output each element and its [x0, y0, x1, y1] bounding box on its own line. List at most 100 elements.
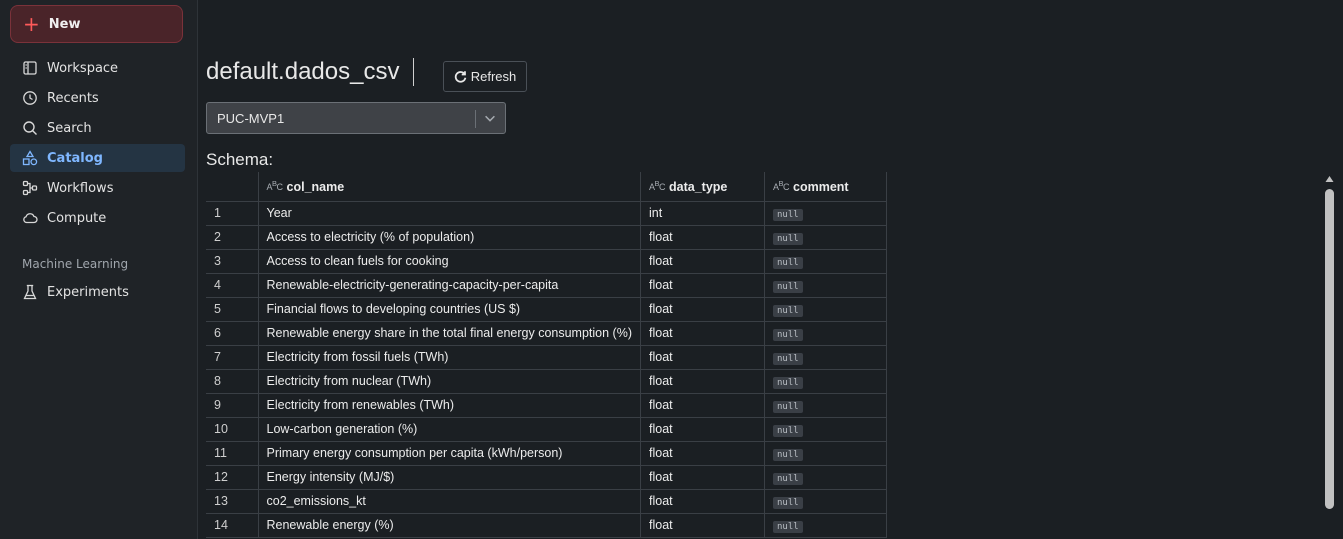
cell-comment: null: [764, 392, 887, 418]
refresh-label: Refresh: [470, 69, 517, 84]
table-row[interactable]: 3 Access to clean fuels for cooking float n…: [206, 248, 887, 274]
cell-col-name: Electricity from nuclear (TWh): [257, 368, 641, 394]
cell-comment: null: [764, 464, 887, 490]
table-row[interactable]: 4 Renewable-electricity-generating-capaci…: [206, 272, 887, 298]
schema-label: Schema:: [206, 150, 274, 169]
table-row[interactable]: 7 Electricity from fossil fuels (TWh) floa…: [206, 344, 887, 370]
workflows-icon: [22, 180, 38, 196]
cell-data-type: float: [640, 464, 765, 490]
column-header-label: col_name: [286, 179, 345, 194]
cell-comment: null: [764, 368, 887, 394]
refresh-button[interactable]: Refresh: [443, 61, 527, 92]
cell-data-type: float: [640, 488, 765, 514]
table-row[interactable]: 12 Energy intensity (MJ/$) float null: [206, 464, 887, 490]
cell-col-name: Electricity from renewables (TWh): [257, 392, 641, 418]
row-index: 12: [206, 464, 259, 490]
sidebar-item-recents[interactable]: Recents: [10, 84, 185, 112]
column-header-data-type[interactable]: ABC data_type: [640, 172, 765, 202]
cell-col-name: Renewable energy (%): [257, 512, 641, 538]
sidebar-item-label: Workspace: [47, 60, 119, 76]
workspace-icon: [23, 61, 37, 75]
cell-col-name: Energy intensity (MJ/$): [257, 464, 641, 490]
select-divider: [475, 110, 476, 128]
row-index: 6: [206, 320, 259, 346]
cell-comment: null: [764, 200, 887, 226]
index-header: [206, 172, 259, 202]
cell-comment: null: [764, 224, 887, 250]
table-row[interactable]: 2 Access to electricity (% of population)…: [206, 224, 887, 250]
title-separator: [413, 58, 414, 86]
table-row[interactable]: 11 Primary energy consumption per capita …: [206, 440, 887, 466]
row-index: 9: [206, 392, 259, 418]
clock-icon: [23, 91, 37, 105]
cell-col-name: Primary energy consumption per capita (k…: [257, 440, 641, 466]
cell-comment: null: [764, 248, 887, 274]
row-index: 10: [206, 416, 259, 442]
table-header-row: ABC col_name ABC data_type ABC comment: [206, 172, 887, 202]
null-badge: null: [773, 448, 803, 461]
null-badge: null: [773, 472, 803, 485]
null-badge: null: [773, 496, 803, 509]
cell-col-name: Access to clean fuels for cooking: [257, 248, 641, 274]
cell-col-name: Year: [257, 200, 641, 226]
sidebar-item-search[interactable]: Search: [10, 114, 185, 142]
table-row[interactable]: 9 Electricity from renewables (TWh) float n…: [206, 392, 887, 418]
table-row[interactable]: 14 Renewable energy (%) float null: [206, 512, 887, 538]
table-body: 1 Year int null 2 Access to electricity (% of…: [206, 200, 887, 538]
refresh-icon: [454, 71, 466, 83]
sidebar-item-catalog[interactable]: Catalog: [10, 144, 185, 172]
flask-icon: [23, 284, 37, 300]
sidebar-item-compute[interactable]: Compute: [10, 204, 185, 232]
sidebar-item-label: Recents: [47, 90, 99, 106]
null-badge: null: [773, 424, 803, 437]
row-index: 11: [206, 440, 259, 466]
schema-table: ABC col_name ABC data_type ABC comment 1 Yea…: [206, 172, 887, 538]
table-row[interactable]: 1 Year int null: [206, 200, 887, 226]
new-button[interactable]: + New: [10, 5, 183, 43]
cell-comment: null: [764, 440, 887, 466]
sidebar-item-experiments[interactable]: Experiments: [10, 278, 185, 306]
null-badge: null: [773, 280, 803, 293]
cell-data-type: float: [640, 296, 765, 322]
cell-col-name: Low-carbon generation (%): [257, 416, 641, 442]
cell-col-name: Electricity from fossil fuels (TWh): [257, 344, 641, 370]
string-type-icon: ABC: [649, 178, 666, 192]
row-index: 4: [206, 272, 259, 298]
chevron-down-icon: [485, 115, 495, 122]
column-header-comment[interactable]: ABC comment: [764, 172, 887, 202]
cell-col-name: Renewable-electricity-generating-capacit…: [257, 272, 641, 298]
scroll-up-arrow-icon[interactable]: [1325, 175, 1334, 183]
column-header-label: data_type: [669, 179, 728, 194]
string-type-icon: ABC: [266, 178, 284, 192]
cell-comment: null: [764, 296, 887, 322]
cell-data-type: int: [640, 200, 765, 226]
search-icon: [23, 121, 37, 135]
cell-data-type: float: [640, 416, 765, 442]
table-row[interactable]: 5 Financial flows to developing countries…: [206, 296, 887, 322]
table-row[interactable]: 13 co2_emissions_kt float null: [206, 488, 887, 514]
table-row[interactable]: 8 Electricity from nuclear (TWh) float null: [206, 368, 887, 394]
sidebar-item-label: Experiments: [47, 284, 129, 300]
sidebar-item-label: Workflows: [47, 180, 114, 196]
cell-col-name: co2_emissions_kt: [257, 488, 641, 514]
null-badge: null: [773, 256, 803, 269]
row-index: 8: [206, 368, 259, 394]
scrollbar-thumb[interactable]: [1325, 189, 1334, 509]
cluster-select[interactable]: PUC-MVP1: [206, 102, 506, 134]
row-index: 7: [206, 344, 259, 370]
cell-col-name: Financial flows to developing countries …: [257, 296, 641, 322]
section-label-machine-learning: Machine Learning: [22, 257, 129, 271]
null-badge: null: [773, 352, 803, 365]
table-row[interactable]: 6 Renewable energy share in the total fin…: [206, 320, 887, 346]
sidebar-item-workspace[interactable]: Workspace: [10, 54, 185, 82]
sidebar-item-label: Catalog: [47, 150, 103, 166]
plus-icon: +: [23, 12, 40, 36]
table-row[interactable]: 10 Low-carbon generation (%) float null: [206, 416, 887, 442]
cell-col-name: Access to electricity (% of population): [257, 224, 641, 250]
cloud-icon: [23, 213, 38, 224]
column-header-col-name[interactable]: ABC col_name: [257, 172, 641, 202]
cell-comment: null: [764, 344, 887, 370]
sidebar-item-workflows[interactable]: Workflows: [10, 174, 185, 202]
cell-data-type: float: [640, 272, 765, 298]
cell-data-type: float: [640, 320, 765, 346]
